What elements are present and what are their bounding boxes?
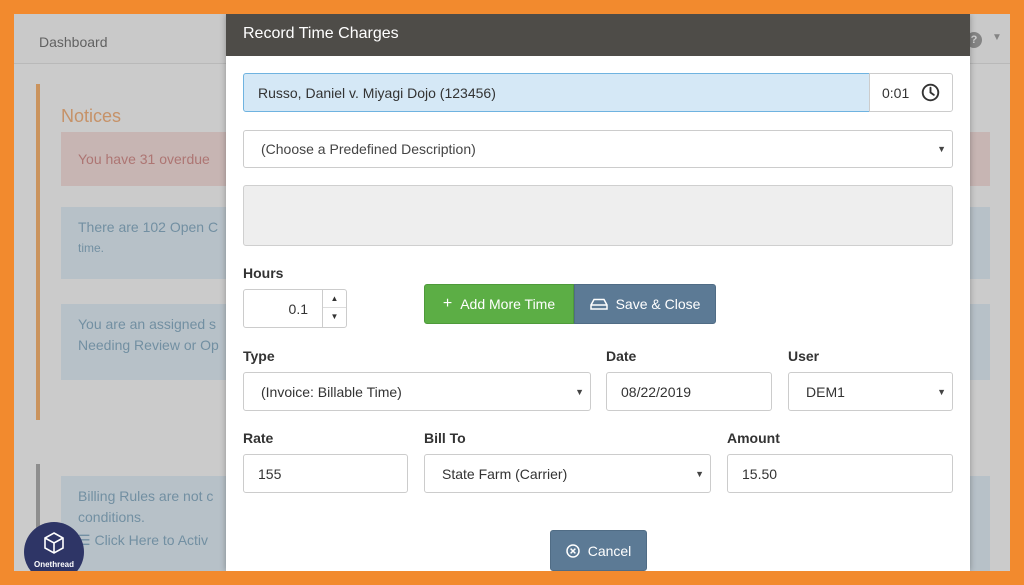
type-select[interactable]: (Invoice: Billable Time) ▼: [243, 372, 591, 411]
modal-header: Record Time Charges: [226, 14, 970, 56]
matter-input-value: Russo, Daniel v. Miyagi Dojo (123456): [258, 84, 496, 101]
hours-value: 0.1: [288, 300, 308, 317]
matter-input[interactable]: Russo, Daniel v. Miyagi Dojo (123456): [243, 73, 870, 112]
modal-title: Record Time Charges: [243, 25, 399, 42]
increment-icon[interactable]: ▲: [323, 290, 346, 308]
app-frame: Dashboard ? ▼ Notices You have 31 overdu…: [14, 14, 1010, 571]
amount-value: 15.50: [742, 465, 778, 482]
add-more-time-button[interactable]: + Add More Time: [424, 284, 574, 324]
date-label: Date: [606, 348, 637, 364]
decrement-icon[interactable]: ▼: [323, 308, 346, 326]
hours-label: Hours: [243, 265, 284, 281]
hours-stepper[interactable]: 0.1 ▲ ▼: [243, 289, 347, 328]
description-textarea[interactable]: [243, 185, 953, 246]
rate-label: Rate: [243, 430, 274, 446]
user-label: User: [788, 348, 820, 364]
timer-value: 0:01: [882, 84, 910, 101]
rate-input[interactable]: 155: [243, 454, 408, 493]
chevron-down-icon: ▼: [937, 144, 946, 154]
timer-display[interactable]: 0:01: [869, 73, 953, 112]
clock-icon[interactable]: [921, 83, 940, 102]
save-close-label: Save & Close: [615, 296, 701, 312]
cube-icon: [44, 532, 64, 554]
close-circle-icon: [565, 543, 580, 558]
chevron-down-icon: ▼: [575, 386, 584, 397]
cancel-button[interactable]: Cancel: [550, 530, 647, 571]
plus-icon: +: [442, 295, 453, 312]
user-select[interactable]: DEM1 ▼: [788, 372, 953, 411]
drive-icon: [589, 298, 608, 310]
type-value: (Invoice: Billable Time): [261, 383, 402, 400]
chevron-down-icon: ▼: [937, 386, 946, 397]
predefined-description-select[interactable]: (Choose a Predefined Description) ▼: [243, 130, 953, 168]
predefined-description-value: (Choose a Predefined Description): [261, 141, 476, 157]
add-more-time-label: Add More Time: [460, 296, 556, 312]
record-time-modal: Record Time Charges Russo, Daniel v. Miy…: [226, 14, 970, 571]
type-label: Type: [243, 348, 275, 364]
rate-value: 155: [258, 465, 282, 482]
bill-to-label: Bill To: [424, 430, 466, 446]
cancel-label: Cancel: [587, 542, 632, 559]
amount-label: Amount: [727, 430, 780, 446]
amount-input[interactable]: 15.50: [727, 454, 953, 493]
logo-brand-text: Onethread: [33, 560, 74, 569]
bill-to-select[interactable]: State Farm (Carrier) ▼: [424, 454, 711, 493]
hours-spinner[interactable]: ▲ ▼: [322, 290, 346, 327]
user-value: DEM1: [806, 383, 845, 400]
save-close-button[interactable]: Save & Close: [574, 284, 716, 324]
bill-to-value: State Farm (Carrier): [442, 465, 568, 482]
date-input[interactable]: 08/22/2019: [606, 372, 772, 411]
chevron-down-icon: ▼: [695, 468, 704, 479]
date-value: 08/22/2019: [621, 383, 692, 400]
